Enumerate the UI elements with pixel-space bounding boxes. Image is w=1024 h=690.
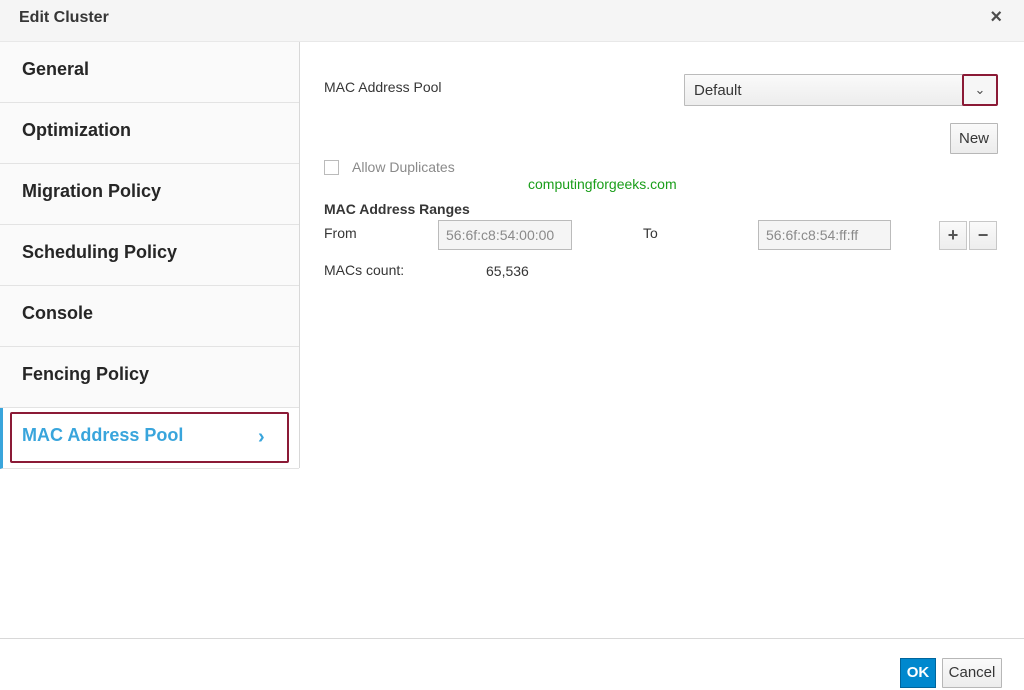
sidebar-item-mac-address-pool[interactable]: MAC Address Pool › bbox=[0, 408, 299, 469]
from-field[interactable] bbox=[438, 220, 572, 250]
allow-duplicates-checkbox[interactable] bbox=[324, 160, 339, 175]
new-button[interactable]: New bbox=[950, 123, 998, 154]
from-label: From bbox=[324, 225, 357, 241]
dialog-footer: OK Cancel bbox=[0, 638, 1024, 690]
pool-label: MAC Address Pool bbox=[324, 79, 442, 95]
mac-pool-select[interactable]: Default ⌄ bbox=[684, 74, 998, 106]
chevron-down-icon[interactable]: ⌄ bbox=[962, 74, 998, 106]
sidebar-item-optimization[interactable]: Optimization bbox=[0, 103, 299, 164]
sidebar-item-label: Console bbox=[22, 303, 94, 323]
macs-count-value: 65,536 bbox=[486, 263, 529, 279]
sidebar-item-general[interactable]: General bbox=[0, 42, 299, 103]
sidebar-item-label: Scheduling Policy bbox=[22, 242, 178, 262]
sidebar-item-label: Optimization bbox=[22, 120, 131, 140]
sidebar-item-label: MAC Address Pool bbox=[22, 425, 184, 445]
sidebar-item-label: General bbox=[22, 59, 90, 79]
plus-icon: + bbox=[947, 225, 959, 245]
allow-duplicates-label: Allow Duplicates bbox=[352, 159, 455, 175]
select-value: Default bbox=[694, 82, 742, 99]
sidebar-item-fencing-policy[interactable]: Fencing Policy bbox=[0, 347, 299, 408]
sidebar: General Optimization Migration Policy Sc… bbox=[0, 42, 300, 469]
minus-icon: − bbox=[977, 225, 989, 245]
sidebar-item-label: Fencing Policy bbox=[22, 364, 150, 384]
sidebar-item-migration-policy[interactable]: Migration Policy bbox=[0, 164, 299, 225]
sidebar-item-scheduling-policy[interactable]: Scheduling Policy bbox=[0, 225, 299, 286]
watermark: computingforgeeks.com bbox=[528, 176, 677, 192]
macs-count-label: MACs count: bbox=[324, 262, 405, 278]
sidebar-item-console[interactable]: Console bbox=[0, 286, 299, 347]
add-range-button[interactable]: + bbox=[939, 221, 967, 250]
to-field[interactable] bbox=[758, 220, 891, 250]
remove-range-button[interactable]: − bbox=[969, 221, 997, 250]
close-icon[interactable]: × bbox=[990, 6, 1002, 29]
dialog-title: Edit Cluster bbox=[19, 9, 109, 26]
sidebar-item-label: Migration Policy bbox=[22, 181, 162, 201]
chevron-right-icon: › bbox=[258, 426, 265, 448]
main-panel: MAC Address Pool Default ⌄ New Allow Dup… bbox=[300, 42, 1024, 638]
ranges-heading: MAC Address Ranges bbox=[324, 201, 470, 217]
to-label: To bbox=[643, 225, 658, 241]
dialog-header: Edit Cluster × bbox=[0, 0, 1024, 42]
ok-button[interactable]: OK bbox=[900, 658, 936, 688]
cancel-button[interactable]: Cancel bbox=[942, 658, 1002, 688]
